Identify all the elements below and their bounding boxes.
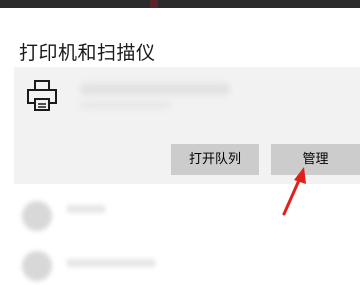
device-list-item[interactable] xyxy=(14,195,360,235)
printer-icon xyxy=(24,78,60,114)
top-bar-accent xyxy=(150,0,158,8)
printer-name-redacted xyxy=(80,83,230,95)
device-list-item[interactable] xyxy=(14,245,360,285)
open-queue-button[interactable]: 打开队列 xyxy=(171,144,259,175)
device-name-redacted xyxy=(66,259,156,267)
device-icon-redacted xyxy=(22,201,52,231)
printer-card[interactable]: 打开队列 管理 xyxy=(14,67,360,184)
printer-status-redacted xyxy=(80,101,170,109)
manage-button[interactable]: 管理 xyxy=(271,144,360,175)
device-icon-redacted xyxy=(22,251,52,281)
section-title: 打印机和扫描仪 xyxy=(19,42,156,64)
device-name-redacted xyxy=(66,205,106,213)
window-top-bar xyxy=(0,0,360,8)
